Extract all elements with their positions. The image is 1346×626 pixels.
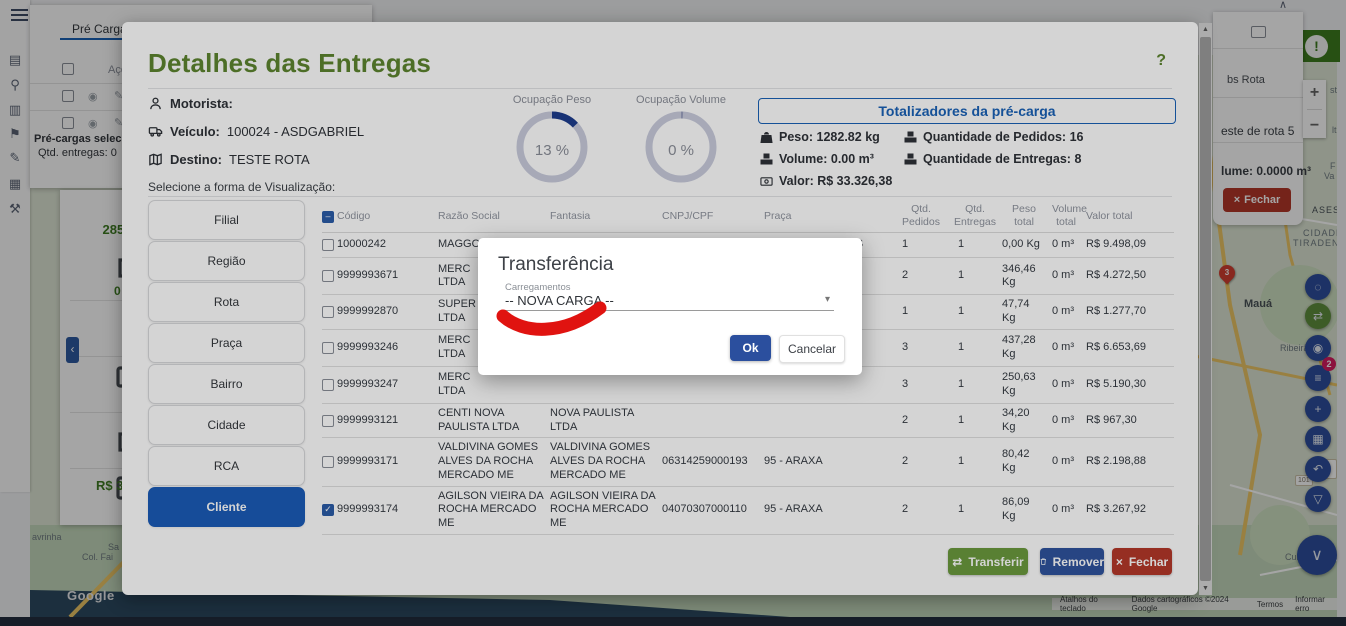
ok-button[interactable]: Ok [730, 335, 771, 361]
red-scribble-annotation [478, 286, 678, 350]
transfer-title: Transferência [498, 254, 613, 276]
caret-down-icon[interactable]: ▾ [825, 294, 830, 305]
cancel-button[interactable]: Cancelar [779, 335, 845, 363]
